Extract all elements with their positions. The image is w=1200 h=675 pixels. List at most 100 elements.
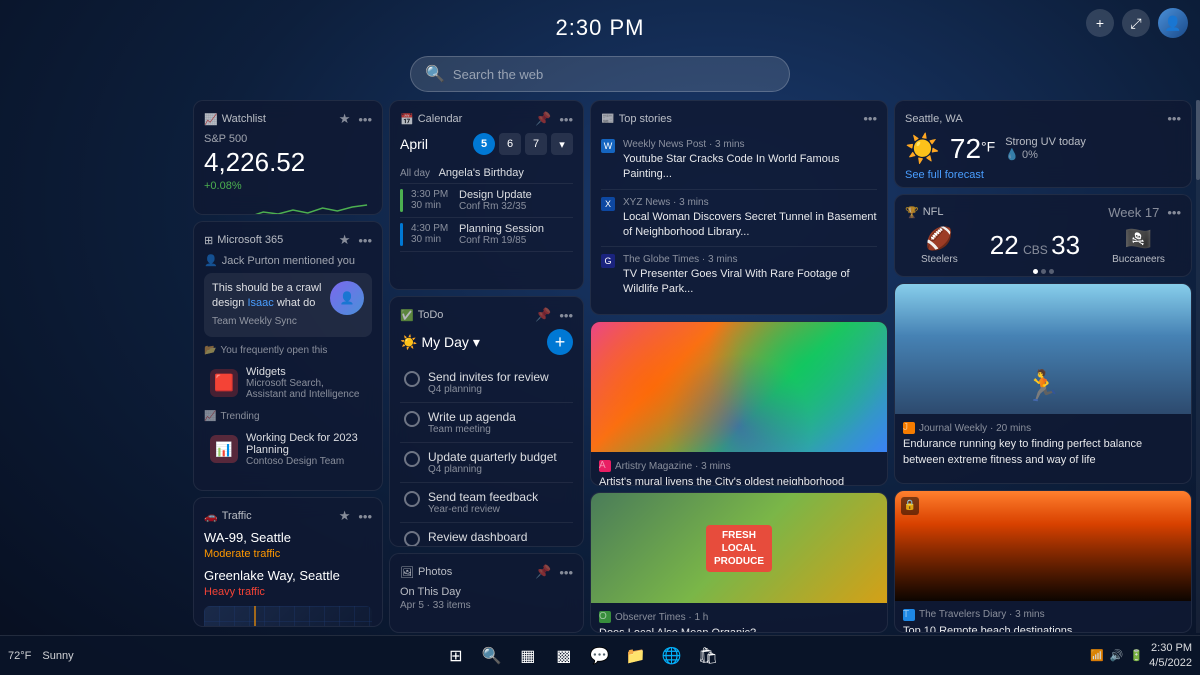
beach-body: T The Travelers Diary · 3 mins Top 10 Re… bbox=[895, 601, 1191, 633]
today-badge[interactable]: 5 bbox=[473, 133, 495, 155]
endurance-more[interactable]: ••• bbox=[1166, 480, 1183, 484]
m365-more[interactable]: ••• bbox=[358, 233, 372, 248]
search-icon: 🔍 bbox=[425, 64, 445, 84]
traffic-title: 🚗 Traffic bbox=[204, 510, 252, 523]
cal-month-header: April 5 6 7 ▾ bbox=[400, 133, 573, 155]
dot-2 bbox=[1041, 269, 1046, 274]
story-item-1[interactable]: W Weekly News Post · 3 mins Youtube Star… bbox=[601, 132, 877, 190]
todo-item-5[interactable]: Review dashboard numbers Daily tasks bbox=[400, 523, 573, 547]
todo-checkbox-2[interactable] bbox=[404, 411, 420, 427]
explorer-button[interactable]: 📁 bbox=[622, 642, 650, 670]
trend-section: 📈 Trending 📊 Working Deck for 2023 Plann… bbox=[204, 411, 372, 472]
weather-more[interactable]: ••• bbox=[1167, 111, 1181, 126]
mural-source: A Artistry Magazine · 3 mins bbox=[599, 460, 879, 472]
story-item-3[interactable]: G The Globe Times · 3 mins TV Presenter … bbox=[601, 247, 877, 304]
expand-button[interactable]: ⤢ bbox=[1122, 9, 1150, 37]
trend-item-icon: 📊 bbox=[210, 435, 238, 463]
calendar-header: 📅 Calendar 📌 ••• bbox=[400, 111, 573, 127]
endurance-reactions: 👍 589 bbox=[903, 483, 941, 484]
photos-widget: 🖼 Photos 📌 ••• On This Day Apr 5 · 33 it… bbox=[389, 553, 584, 633]
m365-title: ⊞ Microsoft 365 bbox=[204, 234, 283, 247]
widgets-area: 📈 Watchlist ★ ••• S&P 500 4,226.52 +0.08… bbox=[185, 100, 1200, 633]
mural-body: A Artistry Magazine · 3 mins Artist's mu… bbox=[591, 452, 887, 486]
endurance-count: 589 bbox=[923, 483, 941, 484]
app-icon: 🟥 bbox=[210, 369, 238, 397]
add-widget-button[interactable]: + bbox=[1086, 9, 1114, 37]
cal-event-2[interactable]: 4:30 PM 30 min Planning Session Conf Rm … bbox=[400, 218, 573, 252]
edge-button[interactable]: 🌐 bbox=[658, 642, 686, 670]
taskbar-right: 📶 🔊 🔋 2:30 PM 4/5/2022 bbox=[1090, 641, 1192, 670]
todo-item-4[interactable]: Send team feedback Year-end review bbox=[400, 483, 573, 523]
story-item-2[interactable]: X XYZ News · 3 mins Local Woman Discover… bbox=[601, 190, 877, 248]
endurance-source-icon: J bbox=[903, 422, 915, 434]
cal-next2[interactable]: 7 bbox=[525, 133, 547, 155]
cal-next1[interactable]: 6 bbox=[499, 133, 521, 155]
search-bar[interactable]: 🔍 bbox=[410, 56, 790, 92]
chat-button[interactable]: 💬 bbox=[586, 642, 614, 670]
todo-more[interactable]: ••• bbox=[559, 308, 573, 323]
todo-controls: 📌 ••• bbox=[535, 307, 573, 323]
forecast-link[interactable]: See full forecast bbox=[905, 169, 1181, 181]
calendar-more[interactable]: ••• bbox=[559, 112, 573, 127]
endurance-news-card[interactable]: 🏃 J Journal Weekly · 20 mins Endurance r… bbox=[894, 283, 1192, 483]
todo-checkbox-3[interactable] bbox=[404, 451, 420, 467]
traffic-status1: Moderate traffic bbox=[204, 548, 372, 560]
watchlist-controls: ★ ••• bbox=[339, 111, 372, 127]
top-bar: 2:30 PM bbox=[0, 0, 1200, 56]
map-road-1 bbox=[254, 606, 256, 627]
pin-button[interactable]: ★ bbox=[339, 111, 351, 127]
todo-item-1-content: Send invites for review Q4 planning bbox=[428, 370, 549, 395]
traffic-pin[interactable]: ★ bbox=[339, 508, 351, 524]
organic-image: FRESH LOCAL PRODUCE bbox=[591, 493, 887, 603]
add-task-button[interactable]: + bbox=[547, 329, 573, 355]
more-button[interactable]: ••• bbox=[358, 112, 372, 127]
task-view-button[interactable]: ▦ bbox=[514, 642, 542, 670]
organic-headline: Does Local Also Mean Organic? bbox=[599, 626, 879, 633]
scroll-thumb[interactable] bbox=[1196, 100, 1200, 180]
story-1-content: Weekly News Post · 3 mins Youtube Star C… bbox=[623, 139, 877, 182]
mural-news-card[interactable]: A Artistry Magazine · 3 mins Artist's mu… bbox=[590, 321, 888, 486]
trend-label: 📈 Trending bbox=[204, 411, 372, 422]
search-input[interactable] bbox=[453, 67, 775, 82]
todo-pin[interactable]: 📌 bbox=[535, 307, 551, 323]
todo-checkbox-1[interactable] bbox=[404, 371, 420, 387]
photos-more[interactable]: ••• bbox=[559, 565, 573, 580]
user-avatar[interactable]: 👤 bbox=[1158, 8, 1188, 38]
dot-3 bbox=[1049, 269, 1054, 274]
todo-item-2[interactable]: Write up agenda Team meeting bbox=[400, 403, 573, 443]
todo-item-1[interactable]: Send invites for review Q4 planning bbox=[400, 363, 573, 403]
mention-content[interactable]: This should be a crawl design Isaac what… bbox=[204, 273, 372, 337]
top-stories-widget: 📰 Top stories ••• W Weekly News Post · 3… bbox=[590, 100, 888, 315]
photos-sub: Apr 5 · 33 items bbox=[400, 600, 573, 611]
widgets-taskbar-button[interactable]: ▩ bbox=[550, 642, 578, 670]
search-taskbar-button[interactable]: 🔍 bbox=[478, 642, 506, 670]
dot-1 bbox=[1033, 269, 1038, 274]
store-button[interactable]: 🛍 bbox=[694, 642, 722, 670]
app-item-widgets[interactable]: 🟥 Widgets Microsoft Search, Assistant an… bbox=[204, 361, 372, 405]
cal-expand[interactable]: ▾ bbox=[551, 133, 573, 155]
traffic-widget: 🚗 Traffic ★ ••• WA-99, Seattle Moderate … bbox=[193, 497, 383, 627]
story-3-content: The Globe Times · 3 mins TV Presenter Go… bbox=[623, 254, 877, 297]
todo-item-3[interactable]: Update quarterly budget Q4 planning bbox=[400, 443, 573, 483]
beach-news-card[interactable]: 🔒 T The Travelers Diary · 3 mins Top 10 … bbox=[894, 490, 1192, 633]
trend-item[interactable]: 📊 Working Deck for 2023 Planning Contoso… bbox=[204, 427, 372, 472]
battery-icon: 🔋 bbox=[1129, 649, 1143, 662]
start-button[interactable]: ⊞ bbox=[442, 642, 470, 670]
calendar-pin[interactable]: 📌 bbox=[535, 111, 551, 127]
nfl-more[interactable]: ••• bbox=[1167, 205, 1181, 220]
todo-checkbox-4[interactable] bbox=[404, 491, 420, 507]
taskbar-time: 2:30 PM bbox=[1149, 641, 1192, 655]
event-1-info: 3:30 PM 30 min bbox=[411, 189, 451, 212]
m365-pin[interactable]: ★ bbox=[339, 232, 351, 248]
todo-checkbox-5[interactable] bbox=[404, 531, 420, 547]
my-day-label[interactable]: ☀️ My Day ▾ bbox=[400, 334, 480, 351]
cal-event-1[interactable]: 3:30 PM 30 min Design Update Conf Rm 32/… bbox=[400, 184, 573, 218]
photos-pin[interactable]: 📌 bbox=[535, 564, 551, 580]
nfl-game: 🏈 Steelers 22 CBS 33 🏴‍☠️ Buccaneers bbox=[905, 226, 1181, 265]
taskbar-clock: 2:30 PM 4/5/2022 bbox=[1149, 641, 1192, 670]
middle-column: 📅 Calendar 📌 ••• April 5 6 7 ▾ bbox=[389, 100, 584, 633]
stories-more[interactable]: ••• bbox=[863, 111, 877, 126]
traffic-more[interactable]: ••• bbox=[358, 509, 372, 524]
organic-news-card[interactable]: FRESH LOCAL PRODUCE O Observer Times · 1… bbox=[590, 492, 888, 633]
m365-controls: ★ ••• bbox=[339, 232, 372, 248]
